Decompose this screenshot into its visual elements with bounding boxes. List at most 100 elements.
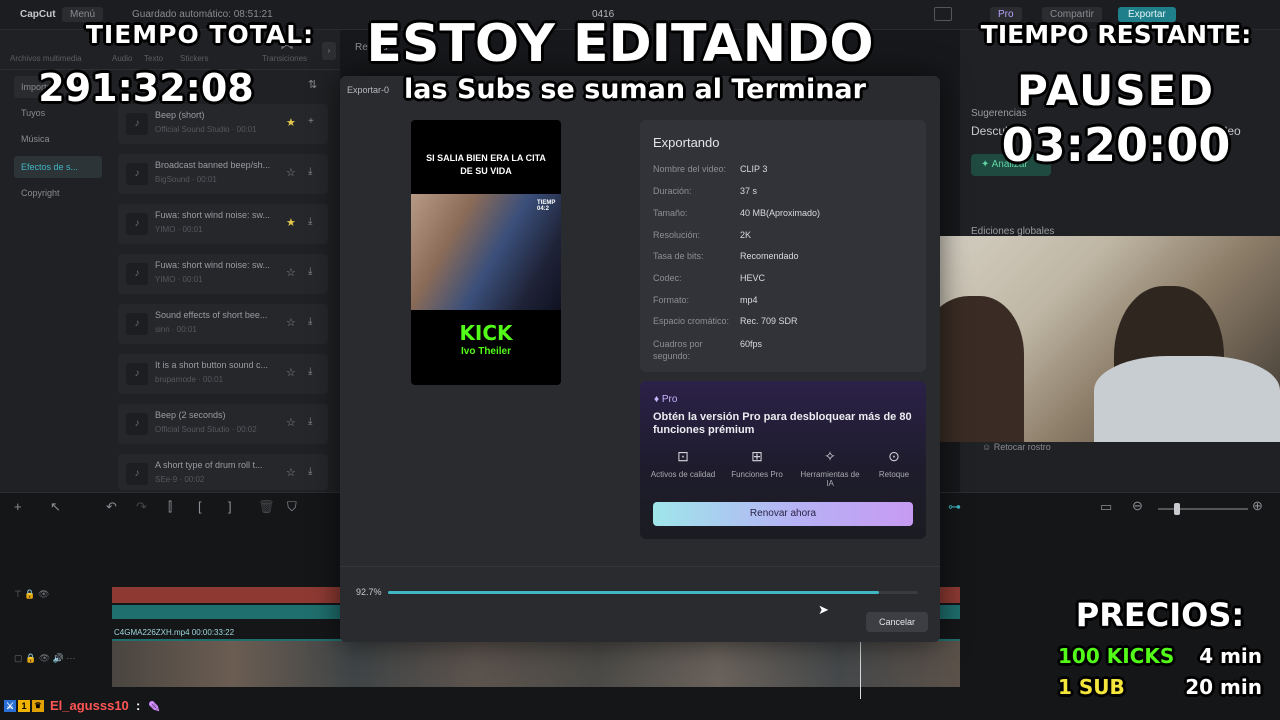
renew-button[interactable]: Renovar ahora (653, 502, 913, 526)
feature-ai-tools: ✧ Herramientas de IA (797, 448, 863, 488)
chat-username: El_agusss10 (50, 698, 129, 713)
overlay-paused: PAUSED (1016, 66, 1216, 115)
download-icon[interactable]: ⤓ (308, 216, 312, 227)
overlay-price2-value: 20 min (1185, 675, 1262, 699)
star-icon[interactable]: ☆ (286, 166, 296, 179)
sidebar-item-copyright[interactable]: Copyright (14, 182, 102, 204)
overlay-remaining-value: 03:20:00 (1001, 118, 1231, 172)
diamond-icon: ♦ (654, 394, 662, 405)
select-tool-icon[interactable]: ↖ (50, 499, 61, 515)
clip-label: C4GMA226ZXH.mp4 00:00:33:22 (114, 628, 235, 637)
progress-label: 92.7% (356, 587, 382, 597)
track-controls-video: ▢ 🔒 👁 🔊 ⋯ (14, 653, 76, 663)
track-controls-audio: ⊤ 🔒 👁 (14, 589, 50, 599)
star-icon[interactable]: ☆ (286, 466, 296, 479)
magic-wand-icon: ✧ (824, 448, 836, 464)
image-icon: ⊡ (677, 448, 689, 464)
download-icon[interactable]: ⤓ (308, 316, 312, 327)
music-note-icon: ♪ (126, 163, 148, 185)
preview-icon[interactable]: ▭ (1100, 499, 1112, 515)
video-clip[interactable] (112, 639, 960, 687)
pro-upsell-badge: ♦ Pro (654, 394, 678, 405)
delete-icon[interactable]: 🗑 (258, 499, 275, 515)
music-note-icon: ♪ (126, 113, 148, 135)
star-icon[interactable]: ☆ (286, 316, 296, 329)
list-item[interactable]: ♪ Beep (2 seconds) Official Sound Studio ·… (118, 404, 328, 444)
overlay-prices-label: PRECIOS: (1075, 596, 1245, 634)
chat-emote-icon: ✎ (148, 699, 161, 716)
zoom-slider-handle[interactable] (1174, 503, 1180, 515)
face-retouch-item[interactable]: ☺ Retocar rostro (982, 442, 1051, 452)
export-preview: SI SALIA BIEN ERA LA CITA DE SU VIDA TIE… (411, 120, 561, 385)
download-icon[interactable]: ⤓ (308, 416, 312, 427)
export-progress-fill (388, 591, 880, 594)
music-note-icon: ♪ (126, 213, 148, 235)
tab-transitions[interactable]: Transiciones (262, 54, 307, 63)
music-note-icon: ♪ (126, 463, 148, 485)
list-item[interactable]: ♪ A short type of drum roll t... SEe·9 · 0… (118, 454, 328, 490)
star-icon[interactable]: ☆ (286, 416, 296, 429)
feature-pro-functions: ⊞ Funciones Pro (724, 448, 790, 479)
split-right-icon[interactable]: ] (228, 499, 232, 514)
mouse-cursor-icon: ➤ (818, 602, 829, 617)
split-left-icon[interactable]: [ (198, 499, 202, 514)
list-item[interactable]: ♪ Beep (short) Official Sound Studio · 00:… (118, 104, 328, 144)
music-note-icon: ♪ (126, 363, 148, 385)
list-item[interactable]: ♪ Fuwa: short wind noise: sw... YIMO · 00:… (118, 254, 328, 294)
tab-text[interactable]: Texto (144, 54, 163, 63)
music-note-icon: ♪ (126, 413, 148, 435)
star-icon[interactable]: ☆ (286, 366, 296, 379)
list-item[interactable]: ♪ It is a short button sound c... bruparno… (118, 354, 328, 394)
chat-separator: : (136, 698, 141, 713)
split-icon[interactable]: ⫿ (168, 499, 172, 515)
export-progress-track (388, 591, 918, 594)
list-item[interactable]: ♪ Broadcast banned beep/sh... BigSound · 0… (118, 154, 328, 194)
shield-icon[interactable]: ⛉ (287, 499, 297, 515)
zoom-slider[interactable] (1158, 508, 1248, 510)
preview-caption: SI SALIA BIEN ERA LA CITA DE SU VIDA (426, 153, 546, 176)
add-icon[interactable]: + (308, 116, 314, 127)
zoom-in-icon[interactable]: ⊕ (1252, 498, 1263, 514)
link-icon[interactable]: ⊶ (948, 499, 961, 515)
sidebar-item-music[interactable]: Música (14, 128, 102, 150)
sort-icon[interactable]: ⇅ (308, 78, 317, 91)
download-icon[interactable]: ⤓ (308, 266, 312, 277)
tab-media[interactable]: Archivos multimedia (10, 54, 82, 63)
tab-audio[interactable]: Audio (112, 54, 132, 63)
export-details-card (640, 120, 926, 372)
face-icon: ☺ (982, 442, 994, 452)
screen: CapCut Menú Guardado automático: 08:51:2… (0, 0, 1280, 720)
overlay-price2-item: 1 SUB (1058, 675, 1125, 699)
overlay-remaining-label: TIEMPO RESTANTE: (980, 20, 1252, 49)
download-icon[interactable]: ⤓ (308, 166, 312, 177)
star-icon[interactable]: ☆ (286, 266, 296, 279)
layout-icon[interactable] (934, 7, 952, 21)
portrait-icon: ⊙ (888, 448, 900, 464)
list-item[interactable]: ♪ Fuwa: short wind noise: sw... YIMO · 00:… (118, 204, 328, 244)
undo-icon[interactable]: ↶ (106, 499, 117, 515)
chat-badge-count: 1 (18, 700, 30, 712)
feature-retouch: ⊙ Retoque (861, 448, 927, 479)
cancel-button[interactable]: Cancelar (866, 612, 928, 632)
overlay-price1-item: 100 KICKS (1058, 644, 1175, 668)
favorite-star-icon[interactable]: ★ (286, 216, 296, 229)
download-icon[interactable]: ⤓ (308, 366, 312, 377)
redo-icon[interactable]: ↷ (136, 499, 147, 515)
preview-corner-timer: TIEMP 04:2 (537, 200, 556, 212)
export-heading: Exportando (653, 135, 720, 150)
preview-kick-logo: KICK (459, 321, 513, 345)
app-logo: CapCut (20, 9, 56, 20)
overlay-price1-value: 4 min (1199, 644, 1262, 668)
favorite-star-icon[interactable]: ★ (286, 116, 296, 129)
overlay-subline: las Subs se suman al Terminar (404, 74, 866, 105)
zoom-out-icon[interactable]: ⊖ (1132, 498, 1143, 514)
add-track-icon[interactable]: + (14, 499, 22, 514)
download-icon[interactable]: ⤓ (308, 466, 312, 477)
overlay-total-value: 291:32:08 (38, 66, 254, 110)
webcam-feed (914, 236, 1280, 442)
music-note-icon: ♪ (126, 263, 148, 285)
sidebar-item-sound-effects[interactable]: Efectos de s... (14, 156, 102, 178)
list-item[interactable]: ♪ Sound effects of short bee... sinn · 00:… (118, 304, 328, 344)
tab-stickers[interactable]: Stickers (180, 54, 208, 63)
preview-streamer: Ivo Theiler (460, 346, 511, 357)
